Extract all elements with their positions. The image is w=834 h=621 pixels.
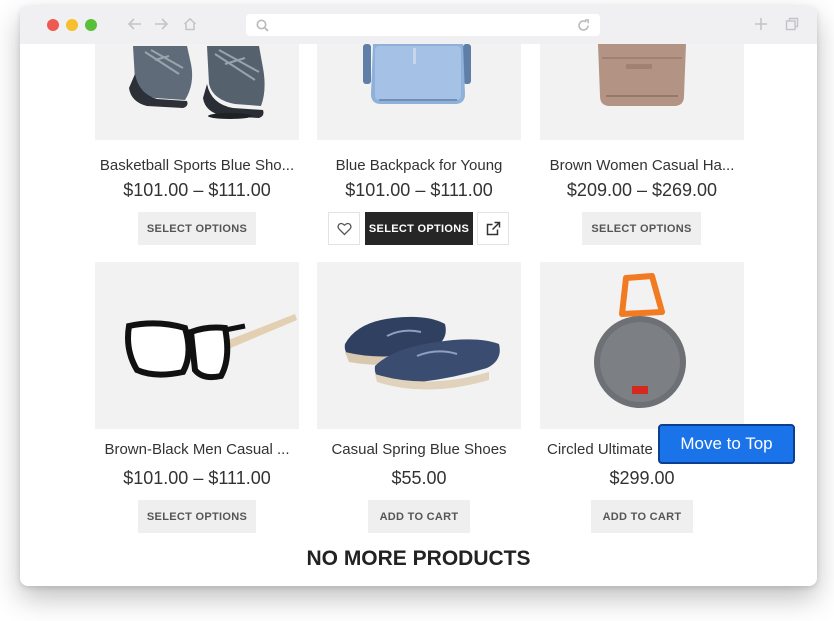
product-card[interactable]: Basketball Sports Blue Sho... $101.00 – … — [95, 6, 299, 246]
product-price: $55.00 — [391, 468, 447, 488]
product-name[interactable]: Brown Women Casual Ha... — [540, 157, 744, 174]
select-options-button[interactable]: SELECT OPTIONS — [138, 212, 256, 245]
speaker-image — [594, 273, 686, 408]
wishlist-button[interactable] — [328, 212, 360, 245]
product-card[interactable]: Brown-Black Men Casual ... $101.00 – $11… — [95, 262, 299, 542]
product-image[interactable] — [317, 44, 521, 140]
tabs-icon[interactable] — [781, 12, 803, 36]
product-name[interactable]: Brown-Black Men Casual ... — [95, 441, 299, 458]
product-price: $101.00 – $111.00 — [123, 180, 271, 200]
product-price: $101.00 – $111.00 — [123, 468, 271, 488]
product-image[interactable] — [317, 262, 521, 429]
external-link-icon — [486, 221, 500, 236]
select-options-button[interactable]: SELECT OPTIONS — [582, 212, 701, 245]
product-name[interactable]: Basketball Sports Blue Sho... — [95, 157, 299, 174]
glasses-image — [125, 314, 297, 381]
product-card[interactable]: Blue Backpack for Young $101.00 – $111.0… — [317, 6, 521, 246]
product-card[interactable]: Casual Spring Blue Shoes $55.00 ADD TO C… — [317, 262, 521, 542]
no-more-products-label: NO MORE PRODUCTS — [306, 547, 531, 570]
add-to-cart-button[interactable]: ADD TO CART — [591, 500, 693, 533]
select-options-button[interactable]: SELECT OPTIONS — [138, 500, 256, 533]
browser-window: Basketball Sports Blue Sho... $101.00 – … — [20, 6, 817, 586]
close-window-dot[interactable] — [47, 19, 59, 31]
select-options-button[interactable]: SELECT OPTIONS — [365, 212, 473, 245]
handbag-image — [598, 44, 686, 106]
add-to-cart-button[interactable]: ADD TO CART — [368, 500, 470, 533]
product-card[interactable]: Brown Women Casual Ha... $209.00 – $269.… — [540, 6, 744, 246]
product-name[interactable]: Casual Spring Blue Shoes — [317, 441, 521, 458]
product-image[interactable] — [540, 44, 744, 140]
product-image[interactable] — [540, 262, 744, 429]
loafers-image — [344, 316, 500, 390]
move-to-top-button[interactable]: Move to Top — [658, 424, 795, 464]
product-name[interactable]: Blue Backpack for Young — [317, 157, 521, 174]
product-image[interactable] — [95, 262, 299, 429]
product-price: $299.00 — [609, 468, 675, 488]
product-price: $209.00 – $269.00 — [566, 180, 718, 200]
product-card[interactable]: Circled Ultimate $299.00 ADD TO CART — [540, 262, 744, 542]
quick-view-button[interactable] — [477, 212, 509, 245]
minimize-window-dot[interactable] — [66, 19, 78, 31]
new-tab-icon[interactable] — [750, 12, 772, 36]
product-price: $101.00 – $111.00 — [345, 180, 493, 200]
sneaker-image — [129, 46, 265, 119]
heart-icon — [336, 222, 352, 235]
backpack-image — [363, 44, 471, 104]
product-image[interactable] — [95, 44, 299, 140]
